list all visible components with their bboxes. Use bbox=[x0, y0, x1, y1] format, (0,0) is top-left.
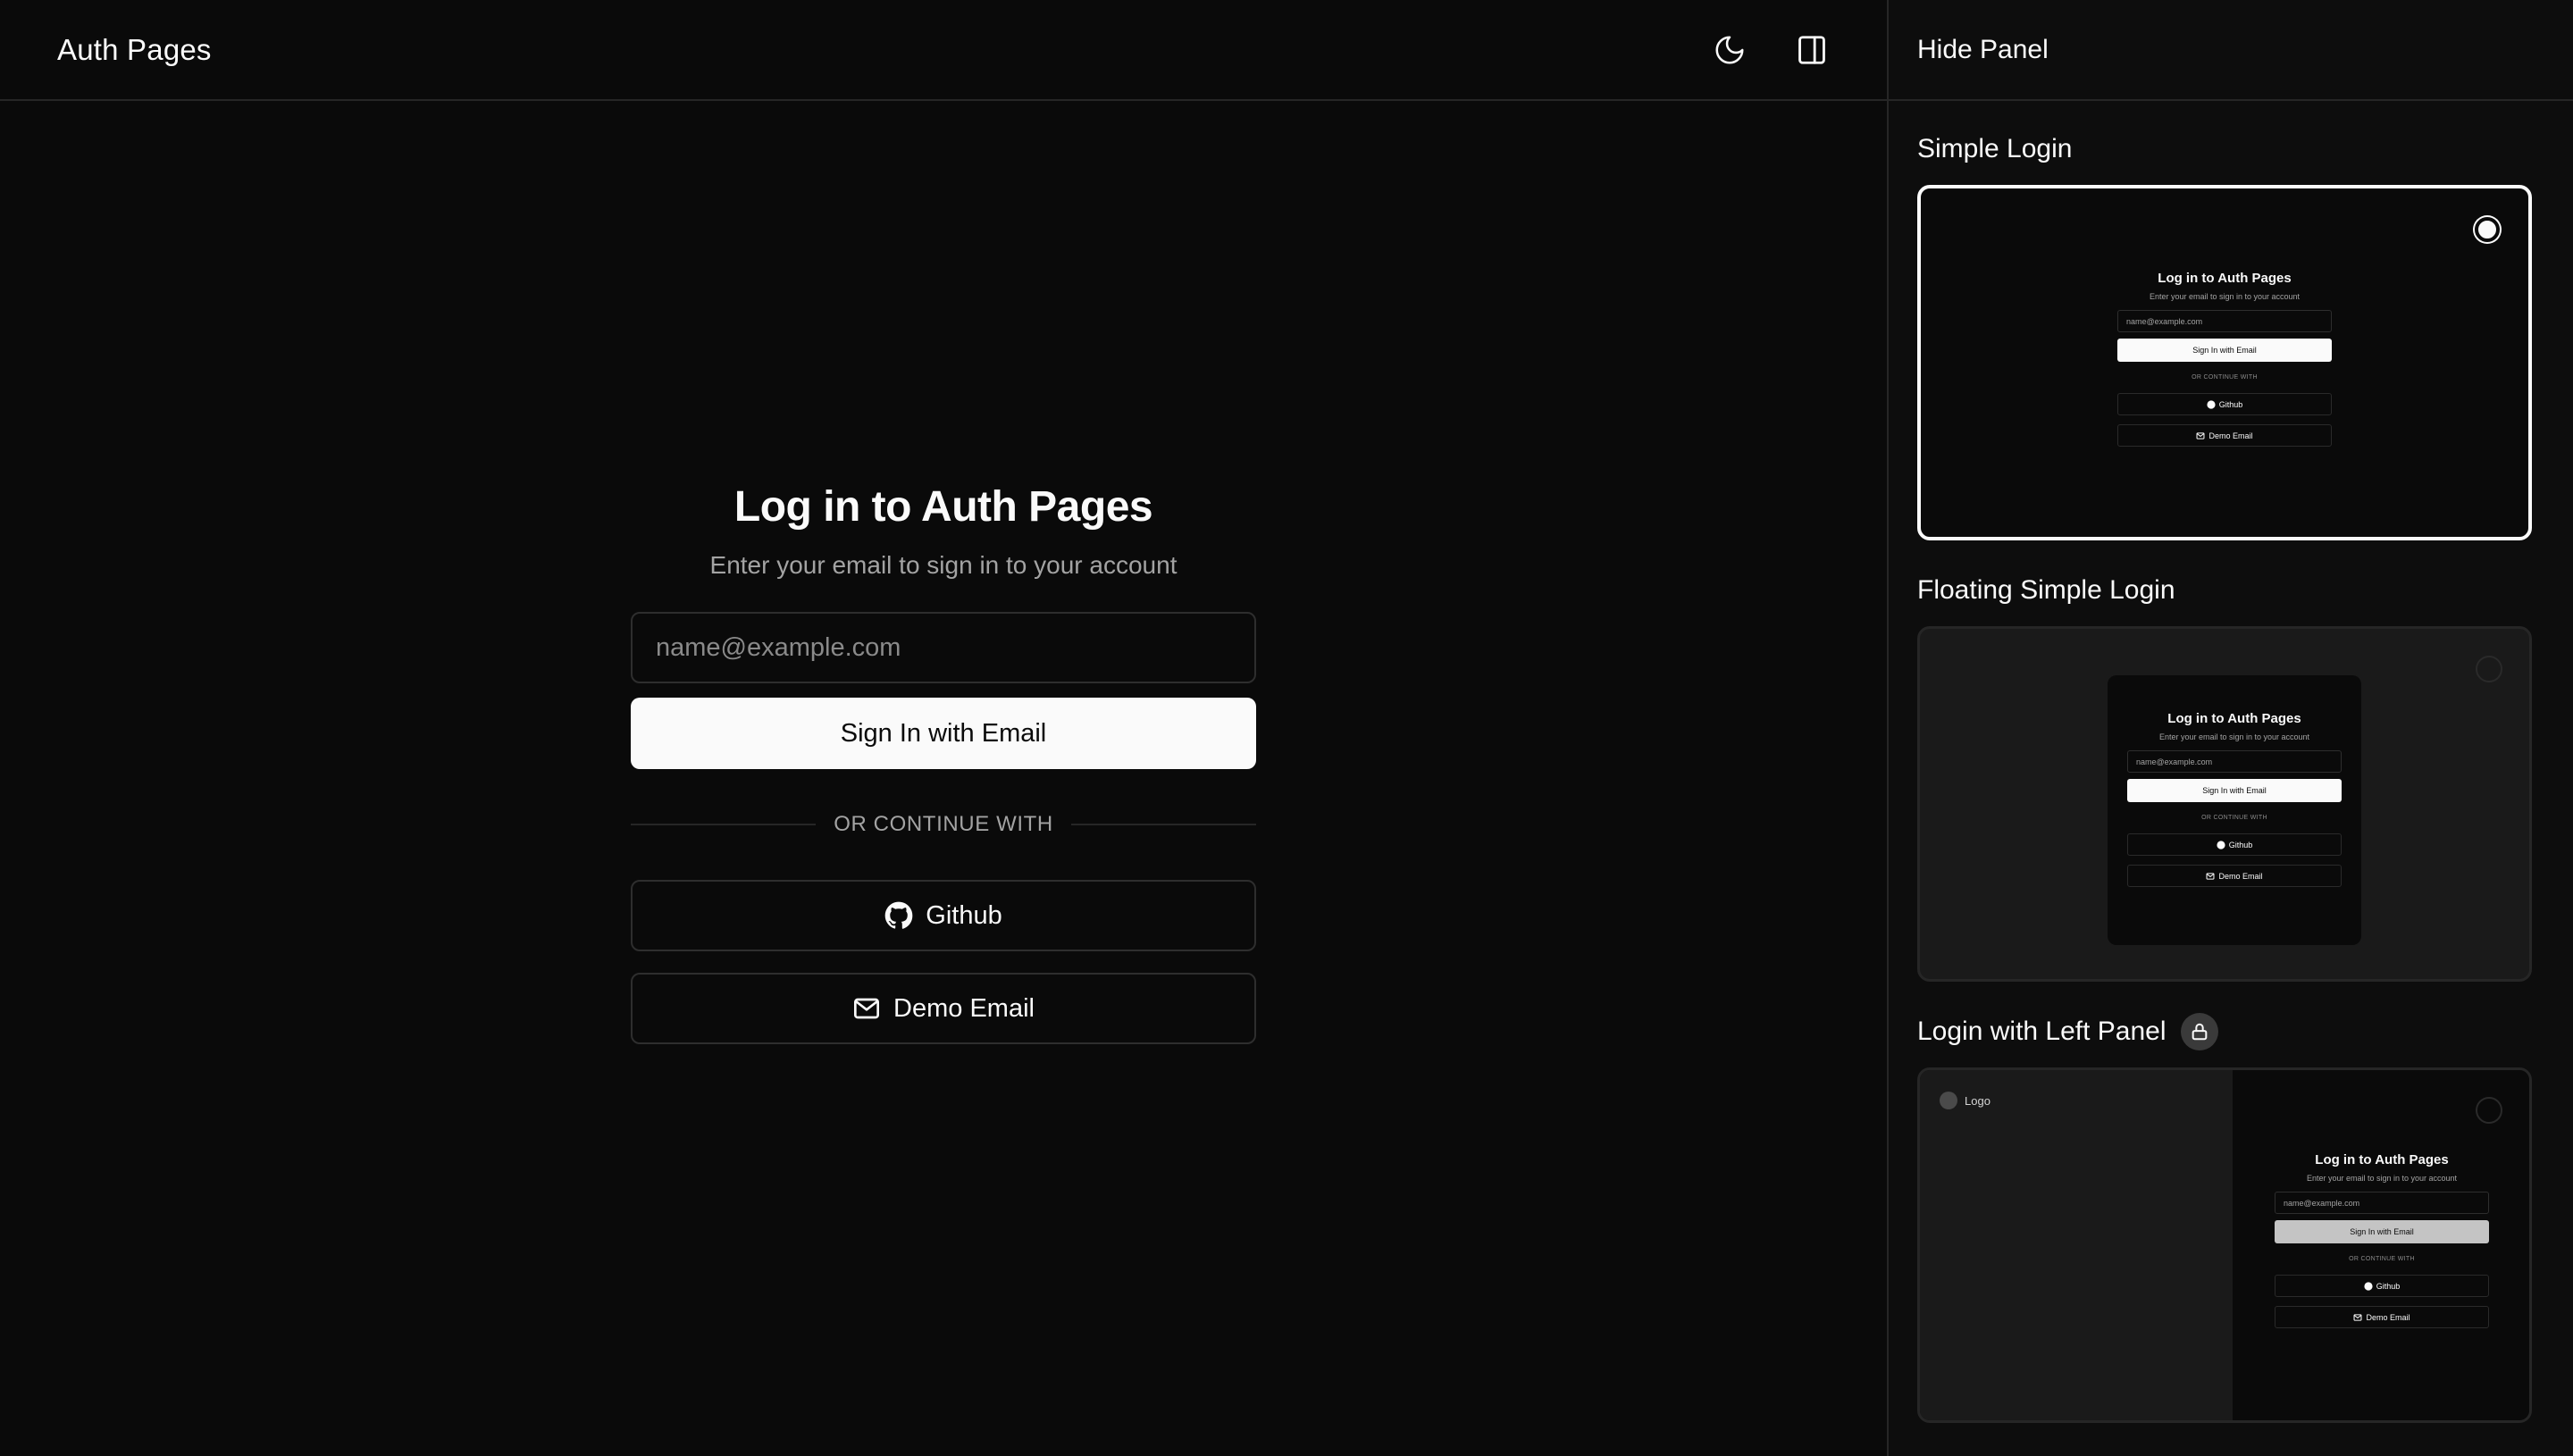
mini-sign-in-button: Sign In with Email bbox=[2127, 779, 2342, 802]
template-login-left-panel: Login with Left Panel Logo Log in to Aut… bbox=[1889, 1012, 2573, 1423]
mail-icon bbox=[2197, 431, 2205, 439]
login-form: Log in to Auth Pages Enter your email to… bbox=[631, 482, 1256, 1044]
template-panel: Hide Panel Simple Login Log in to Auth P… bbox=[1887, 0, 2573, 1456]
login-title: Log in to Auth Pages bbox=[733, 483, 1153, 531]
lock-badge bbox=[2180, 1013, 2218, 1050]
radio-selected[interactable] bbox=[2475, 217, 2500, 242]
mini-email-input: name@example.com bbox=[2117, 310, 2332, 332]
template-label-row: Login with Left Panel bbox=[1917, 1012, 2544, 1051]
mini-demo-email-button: Demo Email bbox=[2275, 1306, 2489, 1328]
mini-demo-email-label: Demo Email bbox=[2218, 871, 2263, 881]
template-preview-simple-login[interactable]: Log in to Auth Pages Enter your email to… bbox=[1917, 185, 2532, 540]
divider-line-left bbox=[631, 824, 817, 825]
panel-right-icon bbox=[1798, 35, 1825, 64]
app-title: Auth Pages bbox=[57, 32, 212, 66]
mail-icon bbox=[2354, 1313, 2362, 1321]
hide-panel-button[interactable]: Hide Panel bbox=[1917, 35, 2049, 65]
mini-subtitle: Enter your email to sign in to your acco… bbox=[2149, 292, 2301, 301]
mini-login: Log in to Auth Pages Enter your email to… bbox=[2117, 271, 2332, 447]
mini-github-button: Github bbox=[2117, 393, 2332, 415]
mini-title: Log in to Auth Pages bbox=[2167, 711, 2301, 726]
mini-subtitle: Enter your email to sign in to your acco… bbox=[2158, 732, 2310, 741]
github-button-label: Github bbox=[926, 900, 1002, 930]
github-icon bbox=[2207, 399, 2216, 409]
main-area: Auth Pages Log in to Auth Pages Enter yo… bbox=[0, 0, 1887, 1456]
panel-header: Hide Panel bbox=[1889, 0, 2573, 101]
mini-github-button: Github bbox=[2127, 833, 2342, 856]
template-label: Simple Login bbox=[1917, 134, 2073, 163]
top-actions bbox=[1708, 29, 1833, 71]
moon-icon bbox=[1715, 35, 1744, 63]
logo-icon bbox=[1940, 1092, 1957, 1109]
mini-divider: OR CONTINUE WITH bbox=[2349, 1256, 2415, 1262]
divider-label: OR CONTINUE WITH bbox=[834, 812, 1053, 836]
github-icon bbox=[2364, 1281, 2373, 1291]
panel-toggle-button[interactable] bbox=[1790, 29, 1833, 71]
radio-unselected[interactable] bbox=[2476, 656, 2502, 682]
mini-login: Log in to Auth Pages Enter your email to… bbox=[2275, 1152, 2489, 1328]
mini-demo-email-button: Demo Email bbox=[2127, 865, 2342, 887]
theme-toggle-button[interactable] bbox=[1708, 29, 1751, 71]
mini-divider: OR CONTINUE WITH bbox=[2201, 815, 2267, 821]
logo-label: Logo bbox=[1965, 1093, 1991, 1108]
mini-github-label: Github bbox=[2228, 840, 2253, 849]
sign-in-email-button[interactable]: Sign In with Email bbox=[631, 698, 1256, 769]
mini-github-label: Github bbox=[2376, 1281, 2401, 1291]
template-label: Floating Simple Login bbox=[1917, 575, 2175, 605]
template-preview-login-left-panel[interactable]: Logo Log in to Auth Pages Enter your ema… bbox=[1917, 1067, 2532, 1423]
app-root: Auth Pages Log in to Auth Pages Enter yo… bbox=[0, 0, 2573, 1456]
mini-subtitle: Enter your email to sign in to your acco… bbox=[2306, 1174, 2458, 1183]
mini-divider: OR CONTINUE WITH bbox=[2192, 374, 2258, 381]
mini-demo-email-button: Demo Email bbox=[2117, 424, 2332, 447]
preview-left-panel: Logo bbox=[1920, 1070, 2233, 1420]
top-bar: Auth Pages bbox=[0, 0, 1887, 101]
mini-demo-email-label: Demo Email bbox=[2366, 1312, 2410, 1322]
mini-github-label: Github bbox=[2218, 399, 2243, 409]
template-label: Login with Left Panel bbox=[1917, 1017, 2167, 1046]
template-simple-login: Simple Login Log in to Auth Pages Enter … bbox=[1889, 130, 2573, 540]
or-divider: OR CONTINUE WITH bbox=[631, 812, 1256, 837]
mail-icon bbox=[2207, 872, 2215, 880]
lock-icon bbox=[2192, 1023, 2207, 1041]
mini-email-input: name@example.com bbox=[2275, 1192, 2489, 1214]
radio-unselected[interactable] bbox=[2476, 1097, 2502, 1124]
mail-icon bbox=[854, 998, 880, 1019]
template-floating-simple-login: Floating Simple Login Log in to Auth Pag… bbox=[1889, 571, 2573, 982]
demo-email-button[interactable]: Demo Email bbox=[631, 973, 1256, 1044]
mini-sign-in-button: Sign In with Email bbox=[2275, 1220, 2489, 1243]
github-icon bbox=[2217, 840, 2225, 849]
mini-title: Log in to Auth Pages bbox=[2315, 1152, 2449, 1167]
mini-title: Log in to Auth Pages bbox=[2158, 271, 2292, 286]
preview-logo: Logo bbox=[1940, 1092, 1991, 1109]
template-preview-floating-simple-login[interactable]: Log in to Auth Pages Enter your email to… bbox=[1917, 626, 2532, 982]
mini-email-input: name@example.com bbox=[2127, 750, 2342, 773]
github-button[interactable]: Github bbox=[631, 880, 1256, 951]
github-icon bbox=[884, 901, 913, 929]
mini-sign-in-button: Sign In with Email bbox=[2117, 339, 2332, 362]
demo-email-button-label: Demo Email bbox=[893, 993, 1035, 1023]
mini-github-button: Github bbox=[2275, 1275, 2489, 1297]
mini-login: Log in to Auth Pages Enter your email to… bbox=[2127, 711, 2342, 887]
mini-demo-email-label: Demo Email bbox=[2208, 431, 2253, 440]
divider-line-right bbox=[1070, 824, 1256, 825]
login-subtitle: Enter your email to sign in to your acco… bbox=[709, 551, 1178, 579]
email-input[interactable] bbox=[631, 612, 1256, 683]
